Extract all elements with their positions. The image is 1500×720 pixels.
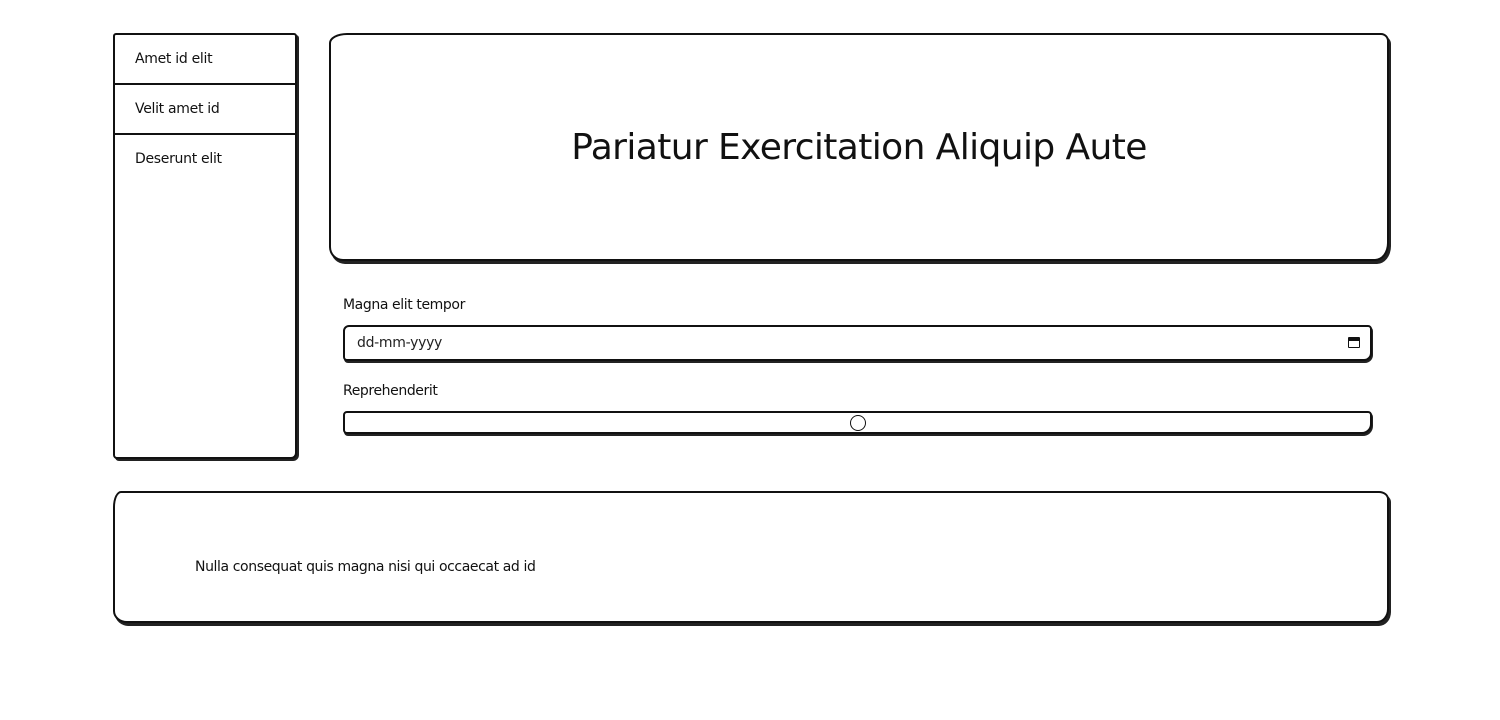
range-field-label: Reprehenderit bbox=[343, 383, 438, 399]
sidebar-item-velit-amet-id[interactable]: Velit amet id bbox=[115, 85, 295, 135]
range-slider[interactable] bbox=[343, 411, 1372, 434]
page-title: Pariatur Exercitation Aliquip Aute bbox=[571, 126, 1147, 168]
footer-text: Nulla consequat quis magna nisi qui occa… bbox=[195, 559, 536, 575]
footer-panel: Nulla consequat quis magna nisi qui occa… bbox=[113, 491, 1389, 623]
sidebar-item-amet-id-elit[interactable]: Amet id elit bbox=[115, 35, 295, 85]
sidebar: Amet id elit Velit amet id Deserunt elit bbox=[113, 33, 297, 459]
date-field-label: Magna elit tempor bbox=[343, 297, 465, 313]
range-slider-thumb[interactable] bbox=[849, 415, 866, 431]
hero-banner: Pariatur Exercitation Aliquip Aute bbox=[329, 33, 1389, 261]
date-placeholder: dd-mm-yyyy bbox=[357, 335, 443, 351]
calendar-icon[interactable] bbox=[1348, 337, 1360, 348]
date-input[interactable]: dd-mm-yyyy bbox=[343, 325, 1372, 361]
sidebar-item-deserunt-elit[interactable]: Deserunt elit bbox=[115, 135, 295, 183]
